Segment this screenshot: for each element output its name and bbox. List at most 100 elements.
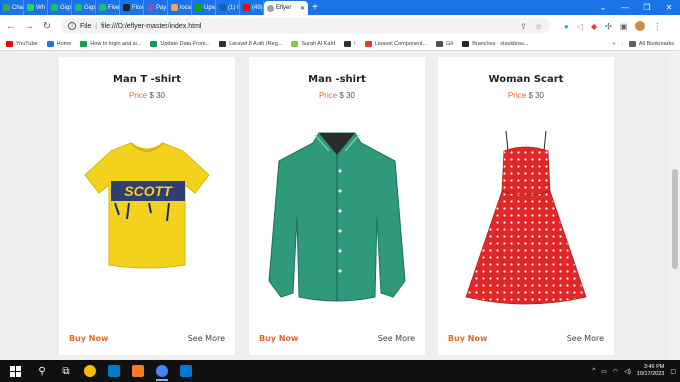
tab[interactable]: Wh [24, 0, 48, 15]
tab[interactable]: (49) [240, 0, 264, 15]
grammarly-icon[interactable]: ● [564, 22, 569, 31]
tab-favicon-icon [243, 4, 250, 11]
tab-active[interactable]: Eflyer ✕ [264, 1, 308, 15]
bookmark-star-icon[interactable]: ☆ [535, 22, 542, 31]
volume-icon[interactable]: ◁) [624, 368, 631, 375]
buy-now-button[interactable]: Buy Now [259, 334, 298, 343]
bookmark-item[interactable]: \ [344, 40, 356, 47]
reload-icon[interactable]: ↻ [42, 21, 52, 32]
see-more-button[interactable]: See More [188, 334, 225, 343]
tab[interactable]: Upw [192, 0, 216, 15]
windows-start-icon[interactable] [0, 360, 30, 382]
chrome-icon [84, 365, 96, 377]
globe-icon [267, 4, 274, 12]
tab-favicon-icon [147, 4, 154, 11]
bookmark-item[interactable]: YouTube [6, 40, 38, 47]
network-icon[interactable]: ▭ [601, 368, 607, 375]
bookmark-item[interactable]: Laravel 8 Auth (Reg... [219, 40, 282, 47]
product-image-dress[interactable] [438, 121, 614, 311]
xampp-taskbar-icon[interactable] [126, 360, 150, 382]
mail-taskbar-icon[interactable] [174, 360, 198, 382]
back-icon[interactable]: ← [6, 21, 16, 32]
clock-time: 3:46 PM [643, 364, 665, 370]
tab[interactable]: Flov [120, 0, 144, 15]
buy-now-button[interactable]: Buy Now [69, 334, 108, 343]
bookmark-item[interactable]: Update Data From... [150, 40, 211, 47]
taskbar: ⚲ ⧉ ^ ▭ ◠ ◁) 3:46 PM 10/17/2023 ▢ [0, 360, 680, 382]
tab[interactable]: Cha [0, 0, 24, 15]
bookmark-item[interactable]: Laravel Component... [364, 40, 428, 47]
vscode-taskbar-icon[interactable] [102, 360, 126, 382]
restore-button[interactable]: ❐ [636, 3, 658, 12]
tab-label: Gigs [84, 4, 96, 11]
tab-search-icon[interactable]: ⌄ [592, 3, 614, 12]
clock[interactable]: 3:46 PM 10/17/2023 [637, 364, 665, 378]
divider: | [95, 22, 98, 30]
buy-now-button[interactable]: Buy Now [448, 334, 487, 343]
tab-label: loca [180, 4, 192, 11]
tab[interactable]: (1) I [216, 0, 240, 15]
tab-favicon-icon [3, 4, 10, 11]
product-image-tshirt[interactable]: SCOTT [59, 129, 235, 279]
menu-icon[interactable]: ⋮ [653, 22, 661, 31]
close-window-button[interactable]: ✕ [658, 3, 680, 12]
price-value: $ 30 [149, 91, 166, 100]
bookmark-label: Home [56, 40, 72, 47]
product-name: Man -shirt [308, 74, 366, 85]
tab-label: Wh [36, 4, 45, 11]
tab[interactable]: loca [168, 0, 192, 15]
scrollbar-thumb[interactable] [672, 169, 678, 269]
bookmark-label: Git [446, 40, 454, 47]
bookmark-item[interactable]: Home [46, 40, 72, 47]
tab[interactable]: Gigs [72, 0, 96, 15]
bookmarks-bar: YouTube Home How to login and si... Update … [0, 37, 680, 51]
tab-favicon-icon [27, 4, 34, 11]
chrome-profile-taskbar-icon[interactable] [150, 360, 174, 382]
tab-favicon-icon [75, 4, 82, 11]
tab[interactable]: Five [96, 0, 120, 15]
bookmark-favicon-icon [80, 40, 88, 47]
close-icon[interactable]: ✕ [300, 5, 305, 12]
bookmark-favicon-icon [6, 40, 13, 47]
bookmark-label: Update Data From... [160, 40, 211, 47]
notification-icon[interactable]: ▢ [670, 368, 676, 375]
tab[interactable]: Gigs [48, 0, 72, 15]
extension-icon[interactable]: ◆ [591, 22, 597, 31]
bookmarks-overflow-button[interactable]: » [612, 41, 615, 47]
see-more-button[interactable]: See More [567, 334, 604, 343]
search-icon[interactable]: ⚲ [30, 360, 54, 382]
product-image-shirt[interactable] [249, 121, 425, 311]
browser-toolbar: ← → ↻ i File | file:///D:/eflyer-master/… [0, 15, 680, 37]
bookmark-item[interactable]: Branches · stackbras... [462, 40, 528, 47]
bookmark-item[interactable]: Surah Al Kahf [291, 40, 335, 47]
tab-label: Pay [156, 4, 167, 11]
share-icon[interactable]: ⇪ [520, 22, 527, 31]
minimize-button[interactable]: — [614, 3, 636, 12]
chrome-taskbar-icon[interactable] [78, 360, 102, 382]
side-panel-icon[interactable]: ▣ [620, 22, 628, 31]
wifi-icon[interactable]: ◠ [613, 368, 618, 375]
avatar[interactable] [635, 21, 646, 31]
scrollbar[interactable] [670, 51, 680, 360]
tab-favicon-icon [51, 4, 58, 11]
product-card: Man T -shirt Price $ 30 SCOTT Buy Now Se… [59, 57, 235, 355]
tab[interactable]: Pay [144, 0, 168, 15]
product-price: Price $ 30 [249, 91, 425, 100]
address-bar[interactable]: i File | file:///D:/eflyer-master/index.… [60, 18, 550, 34]
forward-icon[interactable]: → [24, 21, 34, 32]
extension-arrow-icon[interactable]: ◁ [577, 22, 583, 31]
price-value: $ 30 [339, 91, 356, 100]
all-bookmarks-button[interactable]: All Bookmarks [628, 40, 674, 47]
bookmark-favicon-icon [364, 40, 372, 47]
url-text[interactable]: file:///D:/eflyer-master/index.html [101, 23, 201, 30]
puzzle-icon[interactable]: ✣ [605, 22, 612, 31]
bookmark-label: Laravel Component... [374, 40, 428, 47]
bookmark-item[interactable]: Git [436, 40, 454, 47]
tray-expand-icon[interactable]: ^ [592, 368, 595, 374]
folder-icon [628, 40, 636, 47]
bookmark-item[interactable]: How to login and si... [80, 40, 141, 47]
task-view-icon[interactable]: ⧉ [54, 360, 78, 382]
see-more-button[interactable]: See More [378, 334, 415, 343]
new-tab-button[interactable]: + [308, 2, 322, 13]
info-icon[interactable]: i [68, 22, 76, 30]
